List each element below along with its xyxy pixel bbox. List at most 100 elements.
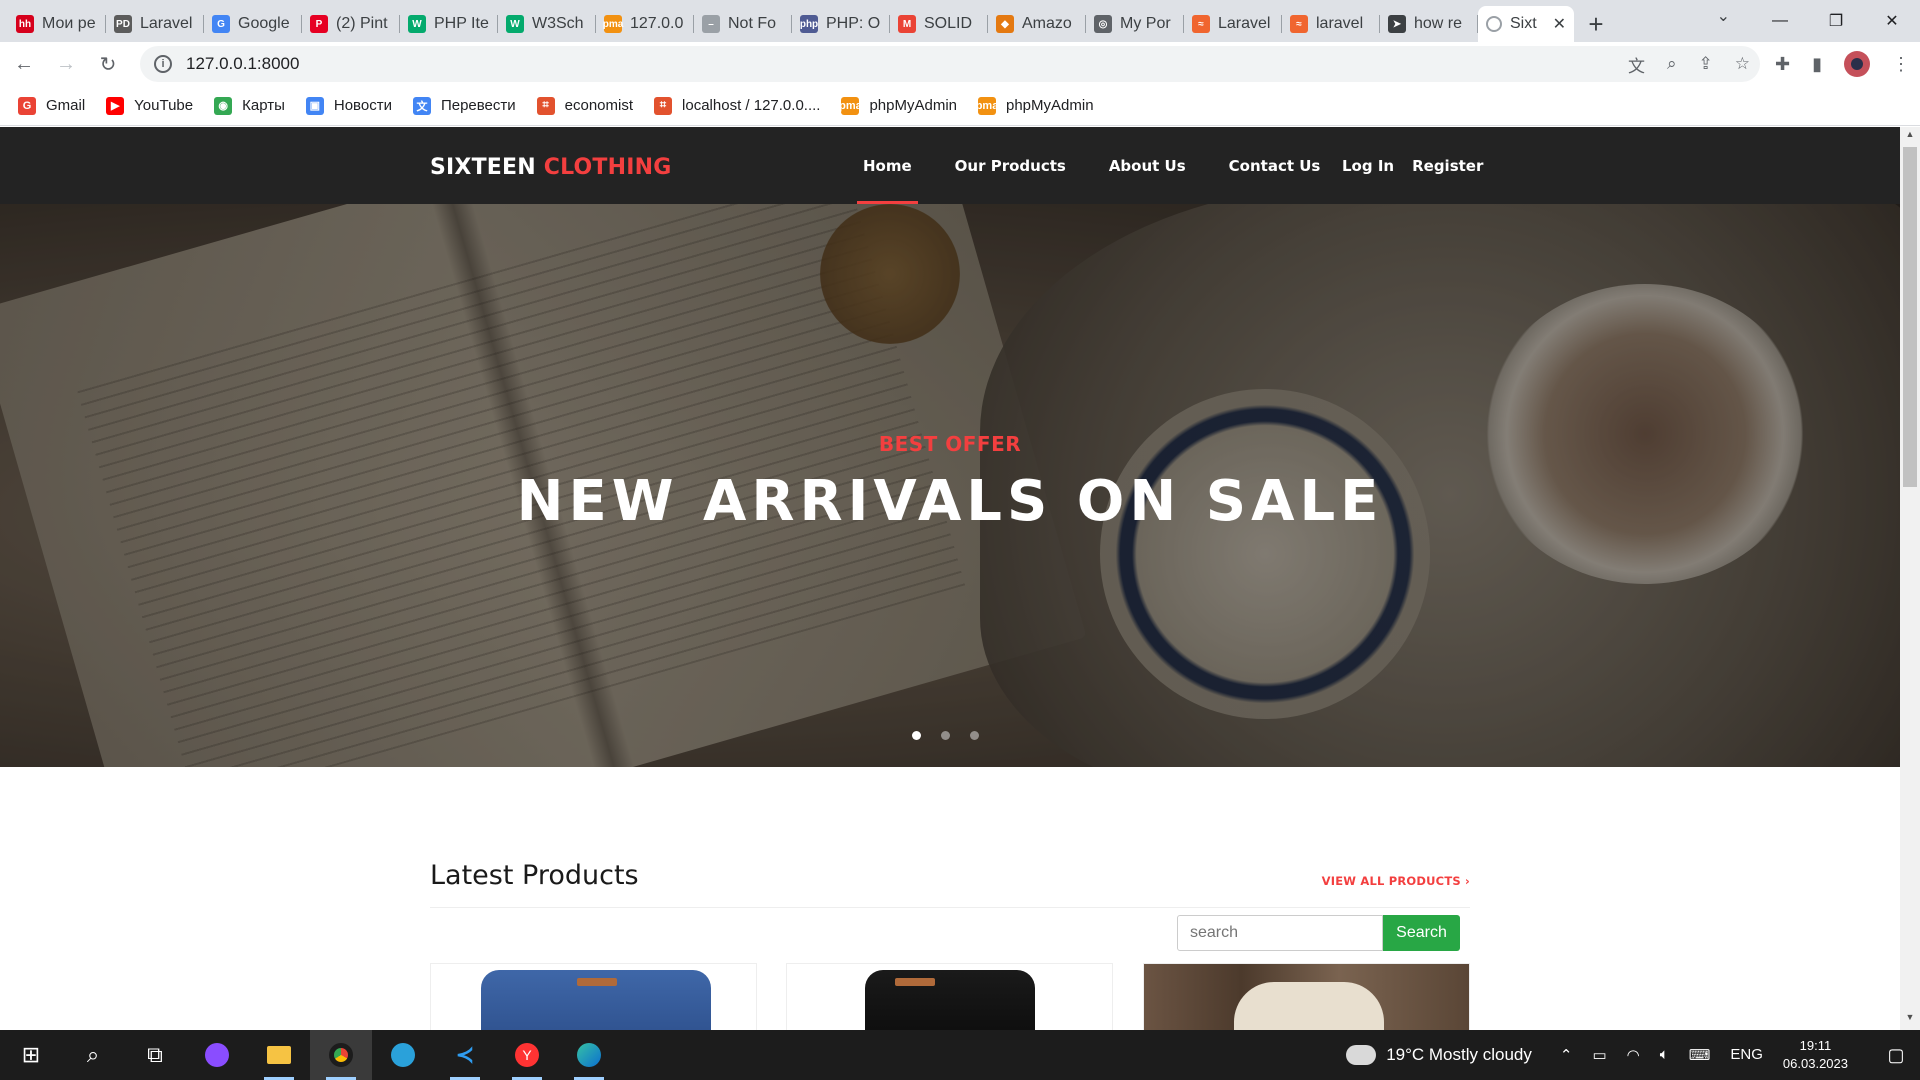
carousel-dot[interactable] xyxy=(912,731,921,740)
extensions-icon[interactable]: ✚ xyxy=(1775,54,1790,75)
yandex-browser-icon[interactable]: Y xyxy=(496,1030,558,1080)
forward-icon[interactable]: → xyxy=(48,46,84,82)
tab-favicon-icon: pma xyxy=(603,15,623,33)
bookmark-item[interactable]: ◉ Карты xyxy=(214,96,285,115)
omnibox-actions: 文 ⌕ ⇪ ☆ xyxy=(1628,46,1750,82)
share-icon[interactable]: ⇪ xyxy=(1699,54,1713,74)
bookmark-label: Перевести xyxy=(440,97,516,114)
file-explorer-icon[interactable] xyxy=(248,1030,310,1080)
nav-our-products[interactable]: Our Products xyxy=(955,127,1066,204)
browser-tab[interactable]: ≈ Laravel xyxy=(1184,6,1282,42)
scroll-up-icon[interactable]: ▲ xyxy=(1900,129,1920,145)
scrollbar-thumb[interactable] xyxy=(1903,147,1917,487)
product-card[interactable] xyxy=(786,963,1113,1030)
login-link[interactable]: Log In xyxy=(1342,157,1394,175)
tab-search-icon[interactable]: ⌄ xyxy=(1717,6,1730,26)
tab-active[interactable]: Sixt ✕ xyxy=(1478,6,1574,42)
vscode-icon[interactable]: ≺ xyxy=(434,1030,496,1080)
view-all-products-link[interactable]: VIEW ALL PRODUCTS › xyxy=(1322,874,1470,888)
bookmark-item[interactable]: pma phpMyAdmin xyxy=(839,96,957,115)
tab-label: (2) Pint xyxy=(336,15,388,32)
tab-favicon-icon: ➤ xyxy=(1388,15,1406,33)
edge-icon[interactable] xyxy=(558,1030,620,1080)
site-header: SIXTEEN CLOTHING Home Our Products About U… xyxy=(0,127,1900,204)
wifi-icon[interactable]: ◠ xyxy=(1627,1046,1640,1064)
bookmark-favicon-icon: ◉ xyxy=(214,96,233,115)
side-panel-icon[interactable]: ▮ xyxy=(1812,54,1822,75)
translate-icon[interactable]: 文 xyxy=(1628,52,1645,77)
browser-tab[interactable]: G Google xyxy=(204,6,302,42)
search-input[interactable] xyxy=(1177,915,1383,951)
maximize-icon[interactable]: ❐ xyxy=(1808,0,1864,42)
browser-tab[interactable]: P (2) Pint xyxy=(302,6,400,42)
site-logo[interactable]: SIXTEEN CLOTHING xyxy=(430,155,672,180)
volume-icon[interactable]: 🔈︎ xyxy=(1660,1046,1669,1064)
browser-tab[interactable]: M SOLID xyxy=(890,6,988,42)
browser-tab[interactable]: W W3Sch xyxy=(498,6,596,42)
browser-tab[interactable]: hh Мои ре xyxy=(8,6,106,42)
alice-assistant-icon[interactable] xyxy=(186,1030,248,1080)
language-indicator[interactable]: ENG xyxy=(1730,1046,1763,1064)
register-link[interactable]: Register xyxy=(1412,157,1483,175)
close-icon[interactable]: ✕ xyxy=(1553,14,1566,34)
profile-avatar[interactable] xyxy=(1844,51,1870,77)
notifications-icon[interactable]: ▢ xyxy=(1872,1045,1920,1066)
browser-tab[interactable]: – Not Fo xyxy=(694,6,792,42)
minimize-icon[interactable]: — xyxy=(1752,0,1808,42)
bookmark-item[interactable]: pma phpMyAdmin xyxy=(976,96,1094,115)
nav-about-us[interactable]: About Us xyxy=(1109,127,1186,204)
browser-tab[interactable]: ➤ how re xyxy=(1380,6,1478,42)
clock[interactable]: 19:11 06.03.2023 xyxy=(1783,1037,1848,1073)
browser-tab[interactable]: ◎ My Por xyxy=(1086,6,1184,42)
clock-time: 19:11 xyxy=(1799,1038,1832,1053)
bookmark-item[interactable]: ⌗ economist xyxy=(536,96,633,115)
bookmark-item[interactable]: ⌗ localhost / 127.0.0.... xyxy=(654,96,820,115)
browser-tab[interactable]: PD Laravel xyxy=(106,6,204,42)
windows-start-icon[interactable]: ⊞ xyxy=(0,1030,62,1080)
reload-icon[interactable]: ↻ xyxy=(90,46,126,82)
tab-favicon-icon: php xyxy=(800,15,818,33)
cloudy-icon xyxy=(1346,1038,1377,1065)
tab-label: Sixt xyxy=(1510,15,1537,32)
page-scrollbar[interactable]: ▲ ▼ xyxy=(1900,127,1920,1030)
bookmark-item[interactable]: ▣ Новости xyxy=(305,96,392,115)
chrome-icon[interactable] xyxy=(310,1030,372,1080)
product-card[interactable] xyxy=(430,963,757,1030)
browser-tab[interactable]: ◆ Amazo xyxy=(988,6,1086,42)
back-icon[interactable]: ← xyxy=(6,46,42,82)
new-tab-button[interactable]: + xyxy=(1578,6,1614,42)
site-info-icon[interactable]: i xyxy=(154,55,172,73)
weather-widget[interactable]: 19°C Mostly cloudy xyxy=(1346,1038,1532,1065)
chevron-up-icon[interactable]: ⌃ xyxy=(1560,1046,1573,1064)
bookmark-item[interactable]: ▶ YouTube xyxy=(106,96,193,115)
nav-contact-us[interactable]: Contact Us xyxy=(1229,127,1321,204)
browser-tab[interactable]: php PHP: O xyxy=(792,6,890,42)
browser-tab[interactable]: ≈ laravel xyxy=(1282,6,1380,42)
main-nav: Home Our Products About Us Contact Us xyxy=(857,127,1363,204)
tab-label: PHP: O xyxy=(826,15,881,32)
bookmark-star-icon[interactable]: ☆ xyxy=(1735,54,1750,74)
zoom-icon[interactable]: ⌕ xyxy=(1667,54,1677,74)
battery-icon[interactable]: ▭ xyxy=(1592,1046,1606,1064)
search-button[interactable]: Search xyxy=(1383,915,1460,951)
close-window-icon[interactable]: ✕ xyxy=(1864,0,1920,42)
nav-home[interactable]: Home xyxy=(857,127,918,204)
tab-favicon-icon: M xyxy=(898,15,916,33)
bookmark-item[interactable]: 文 Перевести xyxy=(412,96,516,115)
tab-favicon-icon: ◎ xyxy=(1094,15,1112,33)
hero-title: NEW ARRIVALS ON SALE xyxy=(516,469,1384,534)
tab-favicon-icon: PD xyxy=(114,15,132,33)
browser-tab[interactable]: W PHP Ite xyxy=(400,6,498,42)
carousel-dot[interactable] xyxy=(941,731,950,740)
product-card[interactable] xyxy=(1143,963,1470,1030)
task-view-icon[interactable]: ⧉ xyxy=(124,1030,186,1080)
search-icon[interactable]: ⌕ xyxy=(62,1030,124,1080)
bookmark-item[interactable]: G Gmail xyxy=(18,96,85,115)
address-bar[interactable]: i 127.0.0.1:8000 文 ⌕ ⇪ ☆ xyxy=(140,46,1760,82)
scroll-down-icon[interactable]: ▼ xyxy=(1900,1012,1920,1028)
browser-tab[interactable]: pma 127.0.0 xyxy=(596,6,694,42)
keyboard-icon[interactable]: ⌨ xyxy=(1689,1046,1711,1064)
carousel-dot[interactable] xyxy=(970,731,979,740)
menu-icon[interactable]: ⋮ xyxy=(1892,54,1910,75)
telegram-icon[interactable] xyxy=(372,1030,434,1080)
